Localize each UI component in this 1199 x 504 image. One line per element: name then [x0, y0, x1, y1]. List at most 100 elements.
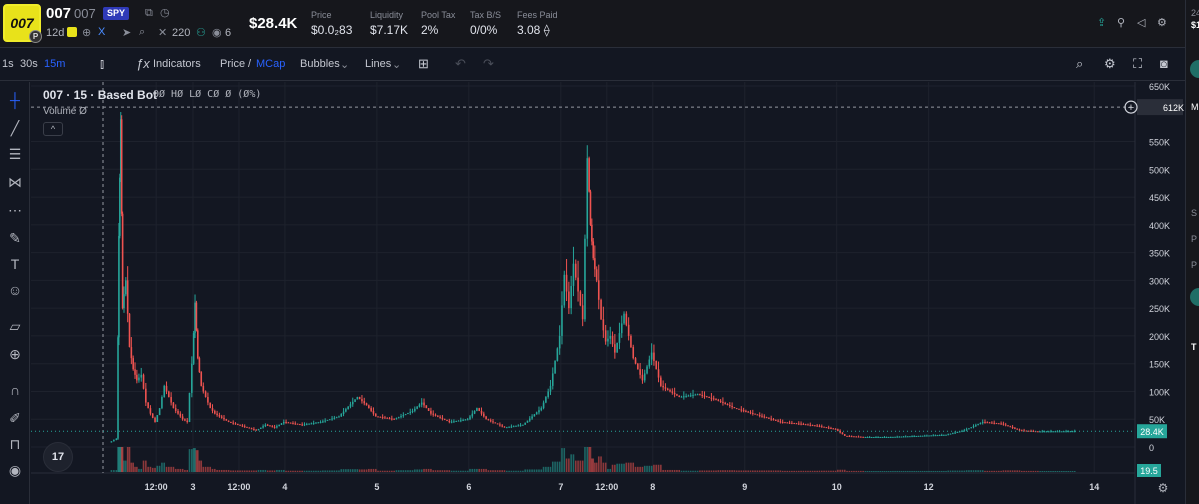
zoom-in-icon[interactable]: ⊕ — [5, 344, 25, 364]
candle-body — [634, 358, 637, 364]
emoji-icon[interactable]: ☺ — [5, 280, 25, 300]
candle-body — [253, 428, 255, 430]
candle-body — [943, 434, 945, 436]
lock-icon[interactable]: ⊓ — [5, 434, 25, 454]
candle-body — [768, 417, 770, 419]
candle-body — [637, 363, 639, 370]
candle-body — [913, 436, 915, 438]
volume-bar — [1034, 470, 1037, 472]
volume-bar — [515, 470, 517, 472]
candle-body — [340, 414, 343, 417]
candle-body — [823, 426, 825, 428]
volume-bar — [243, 470, 246, 472]
volume-bar — [333, 470, 336, 472]
indicators-button[interactable]: Indicators — [153, 58, 201, 70]
volume-bar — [434, 470, 437, 472]
volume-bar — [340, 469, 343, 472]
brush-icon[interactable]: ✎ — [5, 228, 25, 248]
candle-body — [423, 402, 425, 406]
trend-line-icon[interactable]: ╱ — [5, 118, 25, 138]
volume-bar — [1039, 470, 1041, 472]
candle-body — [795, 423, 798, 425]
indicators-icon[interactable]: ƒx — [136, 56, 150, 71]
x-search-icon[interactable]: X — [98, 26, 105, 38]
pin-icon[interactable]: ⚲ — [1117, 16, 1125, 29]
volume-bar — [446, 470, 448, 472]
volume-bar — [480, 468, 483, 472]
globe-icon[interactable]: ⊕ — [82, 26, 91, 39]
price-chart[interactable]: 650K 550K 500K 450K 400K 350K 300K 250K 200K 150K… — [31, 82, 1185, 504]
candle-body — [232, 422, 234, 424]
undo-icon[interactable]: ↶ — [455, 56, 466, 72]
settings-icon[interactable]: ⚙ — [1157, 16, 1167, 29]
interval-15m[interactable]: 15m — [44, 58, 65, 70]
candle-type-icon[interactable]: ⫾ — [100, 56, 104, 72]
hide-drawings-icon[interactable]: ◉ — [5, 460, 25, 480]
screenshot-icon[interactable]: ◙ — [1160, 56, 1168, 71]
candle-body — [970, 427, 973, 429]
candle-body — [1069, 431, 1072, 433]
lines-dropdown[interactable]: Lines — [365, 58, 391, 70]
price-toggle[interactable]: Price — [220, 58, 245, 70]
volume-bar — [271, 470, 274, 472]
fib-retracement-icon[interactable]: ☰ — [5, 144, 25, 164]
candle-body — [248, 427, 251, 429]
copy-icon[interactable]: ⧉ — [145, 7, 153, 20]
volume-bar — [724, 470, 727, 472]
volume-bar — [538, 469, 540, 472]
layout-grid-icon[interactable]: ⊞ — [418, 56, 429, 72]
candle-body — [1047, 431, 1050, 433]
bolt-icon[interactable] — [67, 27, 77, 37]
stay-drawing-icon[interactable]: ✐ — [5, 408, 25, 428]
panel-price: $1 — [1191, 20, 1199, 30]
legend-collapse-button[interactable]: ^ — [43, 122, 63, 136]
bubbles-dropdown[interactable]: Bubbles — [300, 58, 340, 70]
pattern-icon[interactable]: ⋈ — [5, 172, 25, 192]
forecast-icon[interactable]: ⋯ — [5, 200, 25, 220]
holders-icon[interactable]: ⚇ — [196, 26, 206, 39]
chart-settings-icon[interactable]: ⚙ — [1104, 56, 1116, 72]
redo-icon[interactable]: ↷ — [483, 56, 494, 72]
volume-bar — [508, 470, 510, 472]
tradingview-logo[interactable]: 17 — [43, 442, 73, 472]
interval-30s[interactable]: 30s — [20, 58, 38, 70]
volume-bar — [292, 470, 294, 472]
chain-badge[interactable]: SPY — [103, 7, 130, 20]
quick-search-icon[interactable]: ⌕ — [1076, 56, 1083, 72]
token-ticker: 007 — [46, 5, 72, 22]
y-tick-label: 500K — [1149, 165, 1170, 175]
volume-bar — [604, 462, 607, 472]
candle-body — [968, 428, 970, 430]
clock-icon[interactable]: ◷ — [160, 6, 170, 19]
megaphone-icon[interactable]: ◁ — [1137, 16, 1145, 29]
candle-body — [1009, 426, 1012, 428]
candle-body — [699, 394, 701, 396]
buy-button-icon[interactable] — [1190, 60, 1199, 78]
search-icon[interactable]: ⌕ — [139, 26, 145, 39]
x-icon[interactable]: ✕ — [158, 26, 167, 39]
telegram-icon[interactable]: ➤ — [122, 26, 131, 39]
fullscreen-icon[interactable]: ⛶ — [1133, 56, 1142, 72]
volume-bar — [365, 469, 368, 472]
volume-bar — [531, 469, 533, 472]
interval-1s[interactable]: 1s — [2, 58, 14, 70]
crosshair-icon[interactable]: ┼ — [5, 90, 25, 110]
volume-bar — [1007, 470, 1009, 472]
candle-body — [361, 399, 363, 402]
candle-body — [632, 347, 635, 359]
magnet-icon[interactable]: ∩ — [5, 380, 25, 400]
candle-body — [411, 410, 414, 412]
action-button-icon[interactable] — [1190, 288, 1199, 306]
ruler-icon[interactable]: ▱ — [5, 316, 25, 336]
volume-bar — [915, 470, 918, 472]
volume-bar — [549, 466, 552, 472]
mcap-toggle[interactable]: MCap — [256, 58, 285, 70]
x-tick-label: 4 — [282, 482, 287, 492]
candle-body — [779, 421, 782, 423]
chart-canvas[interactable]: 650K550K500K450K400K350K300K250K200K150K… — [31, 82, 1185, 504]
candle-body — [294, 423, 297, 425]
panel-tab[interactable]: M — [1191, 102, 1199, 112]
text-tool-icon[interactable]: T — [5, 254, 25, 274]
share-icon[interactable]: ⇪ — [1097, 16, 1106, 29]
candle-body — [862, 436, 864, 438]
